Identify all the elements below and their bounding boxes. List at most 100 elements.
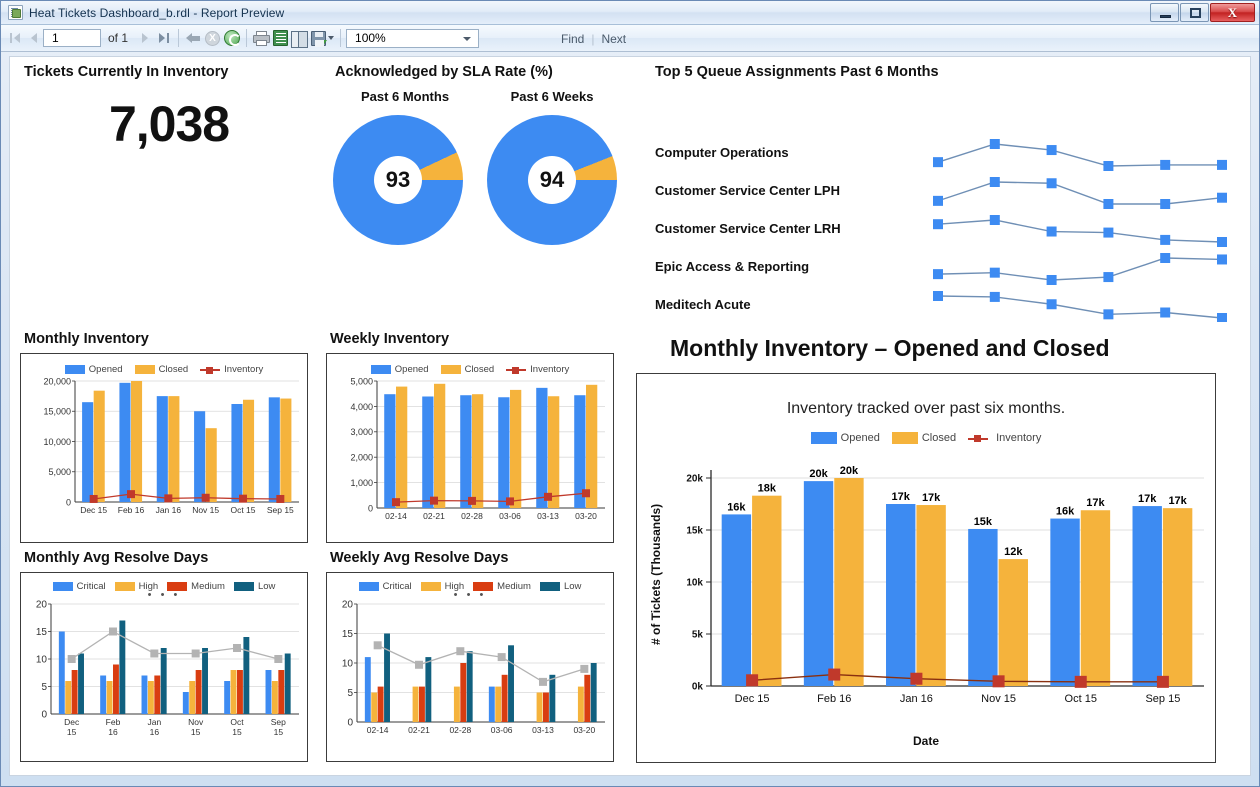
monthly-resolve-title: Monthly Avg Resolve Days: [24, 550, 209, 566]
export-button[interactable]: [309, 28, 335, 49]
svg-text:20k: 20k: [809, 468, 828, 480]
toolbar-separator-2: [246, 29, 248, 47]
legend-item-closed: Closed: [891, 432, 956, 444]
legend-item-low: Low: [539, 581, 582, 592]
page-number-input[interactable]: [43, 29, 101, 47]
svg-text:3,000: 3,000: [350, 427, 373, 437]
chevron-down-icon: [463, 36, 472, 41]
svg-text:02-28: 02-28: [449, 725, 471, 735]
legend-swatch: [64, 365, 85, 374]
svg-text:Jan 16: Jan 16: [156, 505, 182, 515]
monthly-inventory-legend: Opened Closed Inventory: [21, 364, 307, 375]
print-button[interactable]: [252, 28, 271, 49]
legend-label: Low: [563, 581, 582, 592]
legend-item-opened: Opened: [64, 364, 123, 375]
refresh-button[interactable]: [222, 28, 241, 49]
legend-item-inventory: Inventory: [200, 364, 263, 375]
legend-swatch: [539, 582, 560, 591]
next-page-button[interactable]: [135, 28, 154, 49]
back-to-parent-report-button[interactable]: [184, 28, 203, 49]
svg-text:5,000: 5,000: [48, 467, 71, 477]
svg-text:20: 20: [36, 599, 48, 610]
svg-text:03-13: 03-13: [537, 511, 559, 521]
svg-text:Oct: Oct: [230, 717, 244, 727]
svg-text:02-14: 02-14: [385, 511, 407, 521]
svg-text:16: 16: [150, 727, 160, 737]
queue-label-3: Epic Access & Reporting: [655, 259, 810, 274]
svg-text:20k: 20k: [840, 465, 859, 477]
svg-text:10: 10: [36, 654, 48, 665]
stop-rendering-button[interactable]: X: [203, 28, 222, 49]
last-page-button[interactable]: [154, 28, 173, 49]
monthly-resolve-panel: Critical High Medium Low • • • 0 5 10 15 20 D…: [20, 572, 308, 762]
legend-swatch: [52, 582, 73, 591]
svg-text:15k: 15k: [974, 516, 993, 528]
svg-text:1,000: 1,000: [350, 478, 373, 488]
print-layout-button[interactable]: [290, 28, 309, 49]
first-page-button[interactable]: [5, 28, 24, 49]
sla-gauge-0: 93: [333, 115, 463, 245]
minimize-button[interactable]: [1150, 3, 1179, 22]
svg-text:12k: 12k: [1004, 546, 1023, 558]
legend-item-opened: Opened: [370, 364, 429, 375]
toolbar-separator-1: [178, 29, 180, 47]
sla-gauge-1-label: Past 6 Weeks: [510, 89, 594, 104]
window-controls: X: [1150, 3, 1255, 22]
svg-text:20k: 20k: [686, 474, 703, 485]
next-page-icon: [141, 33, 148, 43]
previous-page-button[interactable]: [24, 28, 43, 49]
big-chart-subtitle: Inventory tracked over past six months.: [786, 400, 1066, 417]
refresh-icon: [223, 30, 241, 46]
page-setup-icon: [273, 30, 289, 46]
legend-item-opened: Opened: [810, 432, 880, 444]
chevron-down-icon: [327, 36, 334, 40]
svg-text:Sep: Sep: [271, 717, 286, 727]
close-icon: X: [1227, 5, 1238, 20]
window-title: Heat Tickets Dashboard_b.rdl - Report Pr…: [29, 5, 285, 20]
legend-label: Closed: [464, 364, 495, 375]
svg-text:Dec: Dec: [64, 717, 80, 727]
svg-text:15,000: 15,000: [43, 407, 71, 417]
svg-text:Jan: Jan: [147, 717, 161, 727]
legend-label: Inventory: [996, 432, 1042, 444]
donut-chart: 94: [487, 115, 617, 245]
title-bar: Heat Tickets Dashboard_b.rdl - Report Pr…: [1, 1, 1259, 25]
svg-text:Nov: Nov: [188, 717, 204, 727]
svg-text:0: 0: [368, 503, 373, 513]
legend-swatch: [891, 432, 918, 444]
weekly-resolve-chart: 0 5 10 15 20 02-14 02-21 02-28 03-06 03-13 03-20: [342, 599, 605, 735]
report-preview-window: Heat Tickets Dashboard_b.rdl - Report Pr…: [0, 0, 1260, 787]
find-button[interactable]: Find: [561, 32, 584, 46]
legend-swatch: [810, 432, 837, 444]
svg-text:17k: 17k: [1168, 495, 1187, 507]
svg-text:Nov 15: Nov 15: [981, 693, 1016, 705]
svg-text:20,000: 20,000: [43, 376, 71, 386]
svg-text:0k: 0k: [692, 682, 704, 693]
sla-gauge-1-value: 94: [528, 156, 576, 204]
legend-swatch: [370, 365, 391, 374]
legend-label: Opened: [394, 364, 429, 375]
report-scroll-area[interactable]: Tickets Currently In Inventory 7,038 Ack…: [1, 52, 1259, 786]
weekly-inventory-chart: 0 1,000 2,000 3,000 4,000 5,000 02-14 02-21 02-2…: [350, 376, 605, 521]
close-button[interactable]: X: [1210, 3, 1255, 22]
kpi-title: Tickets Currently In Inventory: [24, 64, 229, 80]
weekly-resolve-panel: Critical High Medium Low • • • 0 5 10 15 20 0…: [326, 572, 614, 762]
weekly-inventory-title: Weekly Inventory: [330, 331, 450, 347]
svg-text:02-28: 02-28: [461, 511, 483, 521]
zoom-select[interactable]: 100%: [346, 28, 480, 48]
maximize-button[interactable]: [1180, 3, 1209, 22]
legend-label: Opened: [840, 432, 880, 444]
report-file-icon: [8, 5, 23, 20]
find-next-button[interactable]: Next: [601, 32, 626, 46]
svg-text:5: 5: [41, 682, 47, 693]
svg-text:10,000: 10,000: [43, 437, 71, 447]
weekly-inventory-panel: Opened Closed Inventory 0 1,000 2,000 3,000…: [326, 353, 614, 543]
previous-page-icon: [30, 33, 37, 43]
legend-label: Critical: [76, 581, 106, 592]
svg-text:15k: 15k: [686, 526, 703, 537]
svg-text:Feb 16: Feb 16: [118, 505, 145, 515]
svg-text:15: 15: [274, 727, 284, 737]
queue-label-2: Customer Service Center LRH: [655, 221, 841, 236]
page-setup-button[interactable]: [271, 28, 290, 49]
svg-text:03-20: 03-20: [573, 725, 595, 735]
